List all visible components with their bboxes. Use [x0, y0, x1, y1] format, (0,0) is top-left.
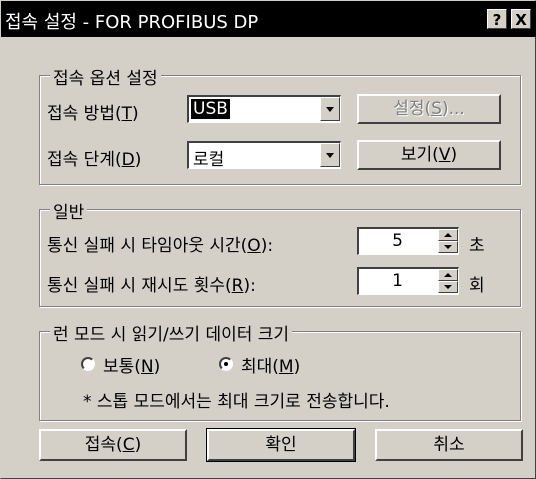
general-legend: 일반 [50, 198, 88, 223]
cancel-button[interactable]: 취소 [375, 429, 523, 461]
normal-radio[interactable] [81, 357, 95, 371]
connection-method-select[interactable]: USB [187, 95, 341, 123]
connection-method-label: 접속 방법(T) [47, 104, 139, 124]
timeout-label: 통신 실패 시 타임아웃 시간(O): [47, 236, 274, 256]
normal-radio-label[interactable]: 보통(N) [103, 352, 160, 377]
timeout-value: 5 [392, 231, 403, 251]
connection-method-value: USB [191, 99, 230, 119]
chevron-down-icon[interactable] [320, 97, 340, 121]
window-title: 접속 설정 - FOR PROFIBUS DP [5, 12, 259, 33]
title-bar: 접속 설정 - FOR PROFIBUS DP ? X [1, 1, 536, 37]
spin-up-icon[interactable] [438, 269, 458, 281]
connection-step-select[interactable]: 로컬 [187, 141, 341, 170]
view-button[interactable]: 보기(V) [357, 140, 501, 170]
retry-spinner[interactable]: 1 [357, 267, 459, 295]
connect-button[interactable]: 접속(C) [39, 429, 187, 461]
spin-up-icon[interactable] [438, 229, 458, 241]
stop-mode-note: * 스톱 모드에서는 최대 크기로 전송합니다. [83, 392, 390, 412]
connection-step-label: 접속 단계(D) [47, 150, 142, 170]
settings-button[interactable]: 설정(S)... [357, 94, 501, 124]
retry-label: 통신 실패 시 재시도 횟수(R): [47, 276, 256, 296]
chevron-down-icon[interactable] [320, 143, 340, 167]
run-mode-legend: 런 모드 시 읽기/쓰기 데이터 크기 [50, 320, 293, 345]
max-radio[interactable] [219, 357, 233, 371]
retry-value: 1 [392, 271, 403, 291]
close-button[interactable]: X [511, 9, 531, 29]
spin-down-icon[interactable] [438, 281, 458, 293]
timeout-unit: 초 [469, 236, 485, 256]
connection-settings-dialog: 접속 설정 - FOR PROFIBUS DP ? X 접속 옵션 설정 접속 … [0, 0, 536, 479]
help-button[interactable]: ? [487, 9, 507, 29]
max-radio-label[interactable]: 최대(M) [241, 352, 300, 377]
ok-button[interactable]: 확인 [206, 428, 356, 462]
connection-options-legend: 접속 옵션 설정 [50, 64, 161, 89]
retry-unit: 회 [469, 276, 485, 296]
connection-step-value: 로컬 [193, 150, 225, 170]
spin-down-icon[interactable] [438, 241, 458, 253]
timeout-spinner[interactable]: 5 [357, 227, 459, 255]
